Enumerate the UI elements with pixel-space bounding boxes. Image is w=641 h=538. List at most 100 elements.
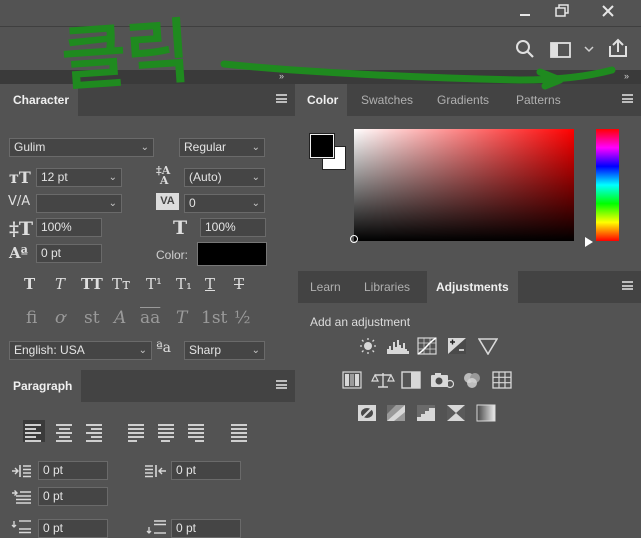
panel-menu-icon[interactable] [276, 380, 287, 389]
font-size-select[interactable]: 12 pt ⌄ [36, 168, 122, 187]
leading-select[interactable]: (Auto) ⌄ [184, 168, 265, 187]
leading-value: (Auto) [189, 170, 222, 184]
small-caps-button[interactable]: Tт [112, 275, 130, 293]
indent-first-line-input[interactable]: 0 pt [38, 487, 108, 506]
superscript-button[interactable]: T¹ [146, 275, 162, 293]
all-caps-button[interactable]: TT [81, 275, 103, 293]
exposure-icon[interactable] [447, 337, 467, 355]
saturation-brightness-field[interactable] [350, 129, 574, 243]
adjustments-tabstrip: Learn Libraries Adjustments [298, 271, 641, 303]
space-after-input[interactable]: 0 pt [171, 519, 241, 538]
ligatures-button[interactable]: fi [26, 308, 37, 328]
faux-bold-button[interactable]: T [24, 275, 35, 293]
threshold-icon[interactable] [416, 404, 436, 422]
panel-menu-icon[interactable] [622, 281, 633, 290]
justify-last-left-button[interactable] [128, 422, 148, 442]
language-select[interactable]: English: USA ⌄ [9, 341, 152, 360]
workspace-icon[interactable] [550, 41, 572, 62]
minimize-icon[interactable] [509, 0, 541, 22]
collapse-icon[interactable]: » [624, 71, 629, 81]
close-icon[interactable] [592, 0, 624, 22]
tab-color[interactable]: Color [298, 84, 348, 116]
panel-menu-icon[interactable] [276, 94, 287, 103]
antialias-select[interactable]: Sharp ⌄ [184, 341, 265, 360]
justify-last-center-button[interactable] [158, 422, 178, 442]
indent-right-input[interactable]: 0 pt [171, 461, 241, 480]
strikethrough-button[interactable]: T [234, 275, 244, 293]
tab-libraries[interactable]: Libraries [355, 271, 419, 303]
hue-saturation-icon[interactable] [342, 371, 362, 389]
tab-patterns[interactable]: Patterns [507, 84, 570, 116]
chevron-down-icon: ⌄ [108, 198, 117, 209]
font-style-select[interactable]: Regular ⌄ [179, 138, 265, 157]
indent-left-icon [11, 463, 33, 482]
chevron-down-icon: ⌄ [251, 142, 260, 153]
indent-right-icon [144, 463, 168, 482]
options-toolbar [0, 26, 641, 71]
vertical-scale-icon: ‡T [9, 218, 34, 240]
tab-adjustments[interactable]: Adjustments [427, 271, 518, 303]
color-lookup-icon[interactable] [492, 371, 512, 389]
selective-color-icon[interactable] [446, 404, 466, 422]
font-family-select[interactable]: Gulim ⌄ [9, 138, 154, 157]
tab-character[interactable]: Character [4, 84, 79, 116]
brightness-contrast-icon[interactable] [358, 337, 378, 355]
collapse-icon[interactable]: » [279, 71, 284, 81]
faux-italic-button[interactable]: T [55, 275, 65, 293]
align-center-button[interactable] [56, 422, 76, 442]
font-family-value: Gulim [14, 140, 46, 154]
text-color-swatch[interactable] [197, 242, 267, 266]
foreground-color-swatch[interactable] [310, 134, 334, 158]
color-balance-icon[interactable] [371, 371, 395, 389]
tab-gradients[interactable]: Gradients [428, 84, 498, 116]
hue-slider[interactable] [596, 129, 619, 241]
search-icon[interactable] [515, 39, 535, 62]
tracking-icon: VA [156, 193, 179, 210]
kerning-select[interactable]: ⌄ [36, 194, 122, 213]
discretionary-ligatures-button[interactable]: st [84, 308, 100, 328]
channel-mixer-icon[interactable] [462, 371, 482, 389]
align-left-button[interactable] [23, 420, 45, 442]
restore-icon[interactable] [546, 0, 578, 22]
gradient-map-icon[interactable] [476, 404, 496, 422]
tab-swatches[interactable]: Swatches [352, 84, 422, 116]
chevron-down-icon[interactable] [584, 43, 594, 57]
tracking-select[interactable]: 0 ⌄ [184, 194, 265, 213]
share-icon[interactable] [607, 37, 629, 62]
horizontal-scale-input[interactable]: 100% [200, 218, 266, 237]
black-white-icon[interactable] [401, 371, 421, 389]
justify-last-right-button[interactable] [188, 422, 208, 442]
fractions-button[interactable]: ½ [234, 308, 250, 328]
hue-slider-handle[interactable] [585, 237, 593, 247]
underline-button[interactable]: T [205, 275, 215, 293]
vertical-scale-input[interactable]: 100% [36, 218, 102, 237]
justify-all-button[interactable] [231, 422, 251, 442]
color-picker-handle[interactable] [350, 235, 358, 243]
baseline-shift-input[interactable]: 0 pt [36, 244, 102, 263]
levels-icon[interactable] [386, 337, 410, 355]
chevron-down-icon: ⌄ [108, 172, 117, 183]
ordinals-button[interactable]: 1st [201, 308, 227, 328]
subscript-button[interactable]: T₁ [176, 275, 192, 293]
font-style-value: Regular [184, 140, 227, 154]
baseline-shift-icon: Aª [9, 244, 28, 262]
titling-alternates-button[interactable]: T [176, 308, 187, 328]
swash-button[interactable]: A [114, 308, 126, 328]
panel-dock-header: » » [0, 70, 641, 84]
vibrance-icon[interactable] [478, 337, 498, 355]
invert-icon[interactable] [357, 404, 377, 422]
tab-learn[interactable]: Learn [301, 271, 350, 303]
adjustments-panel: Learn Libraries Adjustments Add an adjus… [298, 271, 641, 536]
curves-icon[interactable] [417, 337, 437, 355]
align-right-button[interactable] [86, 422, 106, 442]
photo-filter-icon[interactable] [430, 371, 454, 389]
panel-menu-icon[interactable] [622, 94, 633, 103]
tab-paragraph[interactable]: Paragraph [4, 370, 82, 402]
indent-left-input[interactable]: 0 pt [38, 461, 108, 480]
old-style-button[interactable]: ơ [55, 308, 65, 328]
chevron-down-icon: ⌄ [251, 172, 260, 183]
stylistic-alternates-button[interactable]: aa [140, 308, 160, 328]
posterize-icon[interactable] [386, 404, 406, 422]
space-before-input[interactable]: 0 pt [38, 519, 108, 538]
color-panel: Color Swatches Gradients Patterns [298, 84, 641, 270]
